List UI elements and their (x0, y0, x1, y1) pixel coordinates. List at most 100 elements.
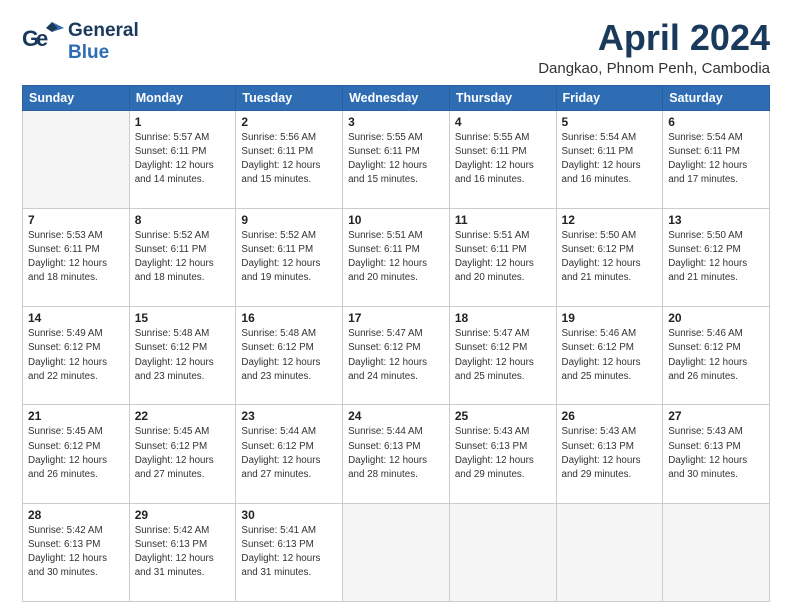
calendar-table: Sunday Monday Tuesday Wednesday Thursday… (22, 85, 770, 602)
day-number: 17 (348, 311, 444, 325)
day-number: 6 (668, 115, 764, 129)
day-info: Sunrise: 5:56 AM Sunset: 6:11 PM Dayligh… (241, 131, 337, 188)
calendar-cell: 10 Sunrise: 5:51 AM Sunset: 6:11 PM Dayli… (343, 208, 450, 306)
calendar-cell: 27 Sunrise: 5:43 AM Sunset: 6:13 PM Dayli… (663, 405, 770, 503)
day-info: Sunrise: 5:41 AM Sunset: 6:13 PM Dayligh… (241, 524, 337, 581)
day-info: Sunrise: 5:55 AM Sunset: 6:11 PM Dayligh… (455, 131, 551, 188)
calendar-cell (343, 503, 450, 601)
day-info: Sunrise: 5:47 AM Sunset: 6:12 PM Dayligh… (348, 327, 444, 384)
calendar-cell: 4 Sunrise: 5:55 AM Sunset: 6:11 PM Daylig… (449, 110, 556, 208)
day-number: 21 (28, 409, 124, 423)
day-number: 4 (455, 115, 551, 129)
day-number: 30 (241, 508, 337, 522)
day-number: 13 (668, 213, 764, 227)
calendar-cell: 15 Sunrise: 5:48 AM Sunset: 6:12 PM Dayli… (129, 307, 236, 405)
calendar-cell: 19 Sunrise: 5:46 AM Sunset: 6:12 PM Dayli… (556, 307, 663, 405)
day-info: Sunrise: 5:45 AM Sunset: 6:12 PM Dayligh… (135, 425, 231, 482)
day-number: 25 (455, 409, 551, 423)
col-tuesday: Tuesday (236, 85, 343, 110)
calendar-cell: 23 Sunrise: 5:44 AM Sunset: 6:12 PM Dayli… (236, 405, 343, 503)
day-number: 20 (668, 311, 764, 325)
day-info: Sunrise: 5:44 AM Sunset: 6:13 PM Dayligh… (348, 425, 444, 482)
col-friday: Friday (556, 85, 663, 110)
calendar-cell: 28 Sunrise: 5:42 AM Sunset: 6:13 PM Dayli… (23, 503, 130, 601)
day-number: 19 (562, 311, 658, 325)
day-number: 1 (135, 115, 231, 129)
day-info: Sunrise: 5:52 AM Sunset: 6:11 PM Dayligh… (135, 229, 231, 286)
col-saturday: Saturday (663, 85, 770, 110)
calendar-cell: 3 Sunrise: 5:55 AM Sunset: 6:11 PM Daylig… (343, 110, 450, 208)
day-info: Sunrise: 5:48 AM Sunset: 6:12 PM Dayligh… (135, 327, 231, 384)
day-number: 22 (135, 409, 231, 423)
calendar-cell: 26Sunrise: 5:43 AM Sunset: 6:13 PM Dayli… (556, 405, 663, 503)
calendar-cell: 8 Sunrise: 5:52 AM Sunset: 6:11 PM Daylig… (129, 208, 236, 306)
day-info: Sunrise: 5:47 AM Sunset: 6:12 PM Dayligh… (455, 327, 551, 384)
day-info: Sunrise: 5:43 AM Sunset: 6:13 PM Dayligh… (562, 425, 658, 482)
day-number: 7 (28, 213, 124, 227)
week-row-2: 7Sunrise: 5:53 AM Sunset: 6:11 PM Daylig… (23, 208, 770, 306)
logo-icon: G e (22, 18, 64, 60)
day-info: Sunrise: 5:50 AM Sunset: 6:12 PM Dayligh… (668, 229, 764, 286)
day-info: Sunrise: 5:43 AM Sunset: 6:13 PM Dayligh… (668, 425, 764, 482)
day-info: Sunrise: 5:46 AM Sunset: 6:12 PM Dayligh… (668, 327, 764, 384)
day-info: Sunrise: 5:51 AM Sunset: 6:11 PM Dayligh… (348, 229, 444, 286)
logo-general: General (68, 20, 139, 42)
col-thursday: Thursday (449, 85, 556, 110)
day-number: 9 (241, 213, 337, 227)
calendar-cell: 2Sunrise: 5:56 AM Sunset: 6:11 PM Daylig… (236, 110, 343, 208)
day-number: 29 (135, 508, 231, 522)
day-info: Sunrise: 5:46 AM Sunset: 6:12 PM Dayligh… (562, 327, 658, 384)
page: G e General Blue April 2024 Dangkao, Phn… (0, 0, 792, 612)
day-info: Sunrise: 5:50 AM Sunset: 6:12 PM Dayligh… (562, 229, 658, 286)
day-info: Sunrise: 5:52 AM Sunset: 6:11 PM Dayligh… (241, 229, 337, 286)
day-number: 14 (28, 311, 124, 325)
title-block: April 2024 Dangkao, Phnom Penh, Cambodia (538, 18, 770, 77)
calendar-cell: 6Sunrise: 5:54 AM Sunset: 6:11 PM Daylig… (663, 110, 770, 208)
week-row-3: 14Sunrise: 5:49 AM Sunset: 6:12 PM Dayli… (23, 307, 770, 405)
calendar-cell: 20 Sunrise: 5:46 AM Sunset: 6:12 PM Dayli… (663, 307, 770, 405)
calendar-cell: 9 Sunrise: 5:52 AM Sunset: 6:11 PM Daylig… (236, 208, 343, 306)
header: G e General Blue April 2024 Dangkao, Phn… (22, 18, 770, 77)
calendar-cell: 7Sunrise: 5:53 AM Sunset: 6:11 PM Daylig… (23, 208, 130, 306)
calendar-cell: 13 Sunrise: 5:50 AM Sunset: 6:12 PM Dayli… (663, 208, 770, 306)
calendar-cell: 5 Sunrise: 5:54 AM Sunset: 6:11 PM Daylig… (556, 110, 663, 208)
day-number: 23 (241, 409, 337, 423)
day-info: Sunrise: 5:55 AM Sunset: 6:11 PM Dayligh… (348, 131, 444, 188)
week-row-1: 1 Sunrise: 5:57 AM Sunset: 6:11 PM Daylig… (23, 110, 770, 208)
logo: G e General Blue (22, 18, 139, 65)
svg-text:e: e (36, 26, 48, 51)
day-info: Sunrise: 5:45 AM Sunset: 6:12 PM Dayligh… (28, 425, 124, 482)
calendar-cell (449, 503, 556, 601)
day-info: Sunrise: 5:54 AM Sunset: 6:11 PM Dayligh… (562, 131, 658, 188)
day-info: Sunrise: 5:42 AM Sunset: 6:13 PM Dayligh… (135, 524, 231, 581)
day-info: Sunrise: 5:44 AM Sunset: 6:12 PM Dayligh… (241, 425, 337, 482)
calendar-cell (556, 503, 663, 601)
calendar-cell: 1 Sunrise: 5:57 AM Sunset: 6:11 PM Daylig… (129, 110, 236, 208)
calendar-cell: 17 Sunrise: 5:47 AM Sunset: 6:12 PM Dayli… (343, 307, 450, 405)
calendar-cell: 18 Sunrise: 5:47 AM Sunset: 6:12 PM Dayli… (449, 307, 556, 405)
day-number: 3 (348, 115, 444, 129)
day-number: 28 (28, 508, 124, 522)
day-number: 27 (668, 409, 764, 423)
day-number: 10 (348, 213, 444, 227)
day-number: 8 (135, 213, 231, 227)
day-info: Sunrise: 5:57 AM Sunset: 6:11 PM Dayligh… (135, 131, 231, 188)
calendar-cell: 29 Sunrise: 5:42 AM Sunset: 6:13 PM Dayli… (129, 503, 236, 601)
calendar-cell: 11 Sunrise: 5:51 AM Sunset: 6:11 PM Dayli… (449, 208, 556, 306)
calendar-cell: 12 Sunrise: 5:50 AM Sunset: 6:12 PM Dayli… (556, 208, 663, 306)
calendar-cell (663, 503, 770, 601)
day-number: 16 (241, 311, 337, 325)
calendar-cell: 25Sunrise: 5:43 AM Sunset: 6:13 PM Dayli… (449, 405, 556, 503)
day-number: 15 (135, 311, 231, 325)
day-number: 12 (562, 213, 658, 227)
day-info: Sunrise: 5:48 AM Sunset: 6:12 PM Dayligh… (241, 327, 337, 384)
col-wednesday: Wednesday (343, 85, 450, 110)
day-info: Sunrise: 5:42 AM Sunset: 6:13 PM Dayligh… (28, 524, 124, 581)
logo-blue: Blue (68, 42, 139, 64)
day-number: 5 (562, 115, 658, 129)
day-info: Sunrise: 5:51 AM Sunset: 6:11 PM Dayligh… (455, 229, 551, 286)
day-number: 18 (455, 311, 551, 325)
day-number: 11 (455, 213, 551, 227)
col-sunday: Sunday (23, 85, 130, 110)
col-monday: Monday (129, 85, 236, 110)
